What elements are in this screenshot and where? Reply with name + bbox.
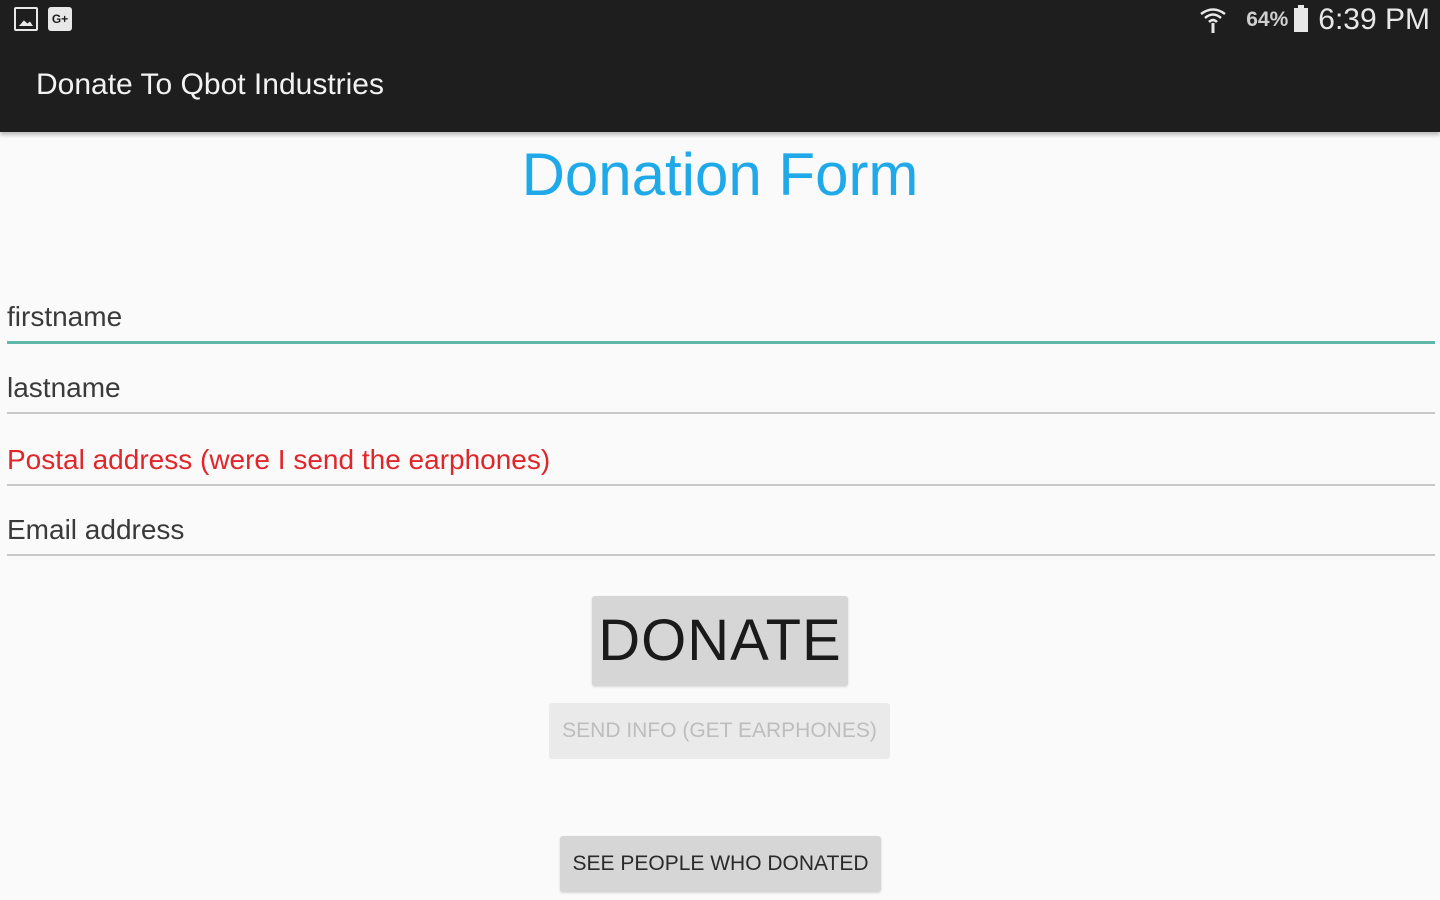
send-info-button[interactable]: SEND INFO (GET EARPHONES) (549, 703, 890, 759)
donate-button[interactable]: DONATE (592, 596, 848, 686)
see-people-who-donated-button[interactable]: SEE PEOPLE WHO DONATED (560, 836, 881, 892)
battery-icon (1294, 5, 1309, 32)
firstname-hint: firstname (7, 301, 123, 332)
postal-address-hint: Postal address (were I send the earphone… (7, 444, 551, 475)
system-status: 64% 6:39 PM (1198, 0, 1430, 40)
status-bar: G+ 64% 6:39 PM (0, 0, 1440, 40)
lastname-field[interactable]: lastname (7, 364, 1435, 414)
email-address-field[interactable]: Email address (7, 506, 1435, 556)
clock: 6:39 PM (1318, 3, 1430, 36)
google-plus-icon: G+ (48, 7, 72, 31)
battery-percent: 64% (1246, 8, 1289, 31)
wifi-icon (1200, 8, 1226, 33)
notification-icons: G+ (14, 7, 72, 31)
postal-address-field[interactable]: Postal address (were I send the earphone… (7, 436, 1435, 486)
form-title: Donation Form (521, 141, 919, 208)
email-address-hint: Email address (7, 514, 185, 545)
app-title: Donate To Qbot Industries (36, 68, 384, 101)
action-bar: Donate To Qbot Industries (0, 40, 1440, 132)
lastname-hint: lastname (7, 372, 121, 403)
gallery-icon (14, 7, 38, 31)
firstname-field[interactable]: firstname (7, 294, 1435, 344)
